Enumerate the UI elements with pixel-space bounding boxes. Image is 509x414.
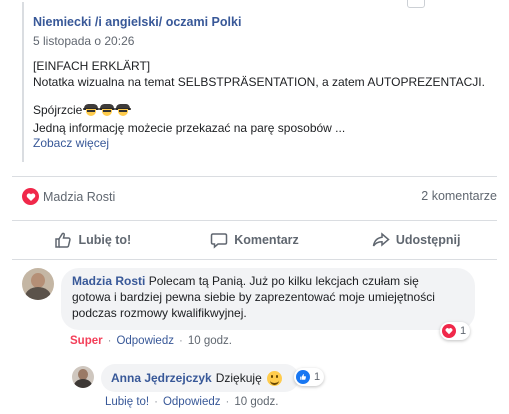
comment-label: Komentarz xyxy=(234,233,299,247)
spy-emoji-icon xyxy=(99,103,116,117)
divider xyxy=(12,220,497,221)
post-text-line: Spójrzcie xyxy=(33,102,132,118)
reaction-names[interactable]: Madzia Rosti xyxy=(43,190,115,204)
reaction-count: 1 xyxy=(460,325,467,337)
comment-button[interactable]: Komentarz xyxy=(174,224,336,256)
reply-bubble: Anna Jędrzejczyk Dziękuję xyxy=(101,364,299,392)
separator-dot: · xyxy=(178,335,183,347)
shared-post-author[interactable]: Niemiecki /i angielski/ oczami Polki xyxy=(33,15,241,29)
comment-author[interactable]: Anna Jędrzejczyk xyxy=(111,370,212,386)
comment-time[interactable]: 10 godz. xyxy=(188,335,232,347)
reaction-count: 1 xyxy=(314,371,321,383)
post-menu-button[interactable]: ··· xyxy=(407,0,425,8)
comment-meta: Lubię to! · Odpowiedz · 10 godz. xyxy=(105,396,278,408)
divider xyxy=(12,176,497,177)
shared-post: ··· Niemiecki /i angielski/ oczami Polki… xyxy=(0,0,509,175)
comment-meta: Super · Odpowiedz · 10 godz. xyxy=(70,335,232,347)
spy-emoji-icon xyxy=(83,103,100,117)
share-button[interactable]: Udostępnij xyxy=(335,224,497,256)
comment-text: gotowa i bardziej pewna siebie by zaprez… xyxy=(72,290,435,304)
reaction-summary[interactable]: Madzia Rosti xyxy=(22,188,115,205)
like-comment-button[interactable]: Lubię to! xyxy=(105,396,149,408)
avatar[interactable] xyxy=(22,268,54,300)
thumbs-up-icon xyxy=(55,232,72,248)
reply-button[interactable]: Odpowiedz xyxy=(163,396,221,408)
avatar[interactable] xyxy=(72,366,94,388)
separator-dot: · xyxy=(107,335,112,347)
heart-icon xyxy=(442,324,456,338)
comment-icon xyxy=(210,233,228,249)
like-label: Lubię to! xyxy=(78,233,132,247)
like-button[interactable]: Lubię to! xyxy=(12,224,174,256)
quote-bar xyxy=(22,2,24,162)
smiley-emoji-icon xyxy=(266,370,282,386)
shared-post-time[interactable]: 5 listopada o 20:26 xyxy=(33,34,134,48)
comment-bubble: Madzia Rosti Polecam tą Panią. Już po ki… xyxy=(61,268,475,330)
post-text-fragment: Spójrzcie xyxy=(33,103,83,117)
share-icon xyxy=(372,232,390,247)
post-text-line: Notatka wizualna na temat SELBSTPRÄSENTA… xyxy=(33,75,485,89)
comment-author[interactable]: Madzia Rosti xyxy=(72,274,145,288)
post-text-line: Jedną informację możecie przekazać na pa… xyxy=(33,121,346,135)
comment-count[interactable]: 2 komentarze xyxy=(421,189,497,203)
heart-icon xyxy=(22,188,39,205)
super-reaction-button[interactable]: Super xyxy=(70,335,103,347)
comment-reaction-chip[interactable]: 1 xyxy=(440,322,471,340)
comment-reaction-chip[interactable]: 1 xyxy=(294,368,325,386)
comment-text: Polecam tą Panią. Już po kilku lekcjach … xyxy=(148,274,419,288)
comment-text: podczas rozmowy kwalifikwyjnej. xyxy=(72,306,247,320)
comment-time[interactable]: 10 godz. xyxy=(234,396,278,408)
reply-button[interactable]: Odpowiedz xyxy=(116,335,174,347)
spy-emoji-icon xyxy=(115,103,132,117)
share-label: Udostępnij xyxy=(395,233,461,247)
divider xyxy=(12,259,497,260)
comment-text: Dziękuję xyxy=(215,371,262,385)
see-more-link[interactable]: Zobacz więcej xyxy=(33,136,109,150)
comment-first-line: Madzia Rosti Polecam tą Panią. Już po ki… xyxy=(72,273,464,289)
like-icon xyxy=(296,370,310,384)
action-bar: Lubię to! Komentarz Udostępnij xyxy=(12,224,497,256)
post-text-line: [EINFACH ERKLÄRT] xyxy=(33,59,151,73)
spy-emoji-group xyxy=(83,103,132,117)
separator-dot: · xyxy=(154,396,158,408)
separator-dot: · xyxy=(225,396,230,408)
